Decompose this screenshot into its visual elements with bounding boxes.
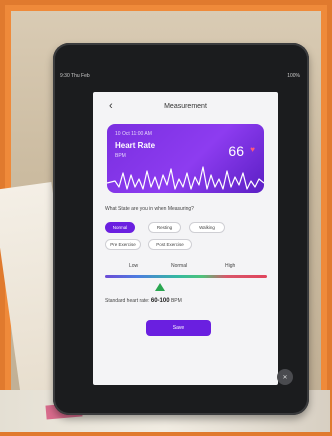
scale-label-normal: Normal bbox=[171, 263, 188, 269]
heart-rate-value: 66 bbox=[228, 143, 244, 159]
status-left: 9:30 Thu Feb bbox=[60, 73, 90, 79]
status-right: 100% bbox=[287, 73, 300, 79]
normal-range-text: Standard heart rate: 60-100 BPM bbox=[105, 298, 182, 304]
card-timestamp: 10 Oct 11:00 AM bbox=[115, 131, 152, 137]
state-chip-post-exercise[interactable]: Post Exercise bbox=[148, 239, 192, 250]
save-button[interactable]: Save bbox=[146, 320, 211, 336]
range-value: 60-100 bbox=[150, 298, 170, 304]
scale-label-low: Low bbox=[129, 263, 139, 269]
range-unit: BPM bbox=[170, 298, 182, 304]
state-chip-walking[interactable]: Walking bbox=[189, 222, 225, 233]
range-prefix: Standard heart rate: bbox=[105, 298, 150, 304]
scale-labels: Low Normal High bbox=[107, 263, 265, 271]
heart-icon: ♥ bbox=[250, 145, 255, 154]
state-chip-pre-exercise[interactable]: Pre Exercise bbox=[105, 239, 141, 250]
close-icon[interactable]: ✕ bbox=[277, 369, 293, 385]
heart-rate-card: 10 Oct 11:00 AM Heart Rate BPM 66 ♥ bbox=[107, 124, 264, 193]
page-title: Measurement bbox=[164, 102, 207, 110]
state-chip-normal[interactable]: Normal bbox=[105, 222, 135, 233]
app-screen: ‹ Measurement 10 Oct 11:00 AM Heart Rate… bbox=[93, 92, 278, 385]
state-question: What State are you in when Measuring? bbox=[105, 206, 194, 212]
status-bar: 9:30 Thu Feb 100% bbox=[60, 73, 300, 81]
heart-rate-scale-bar bbox=[105, 275, 267, 278]
scale-label-high: High bbox=[225, 263, 236, 269]
card-unit: BPM bbox=[115, 153, 126, 159]
scale-marker bbox=[155, 283, 165, 291]
ecg-waveform bbox=[107, 166, 264, 190]
card-title: Heart Rate bbox=[115, 141, 156, 150]
state-chip-resting[interactable]: Resting bbox=[148, 222, 181, 233]
